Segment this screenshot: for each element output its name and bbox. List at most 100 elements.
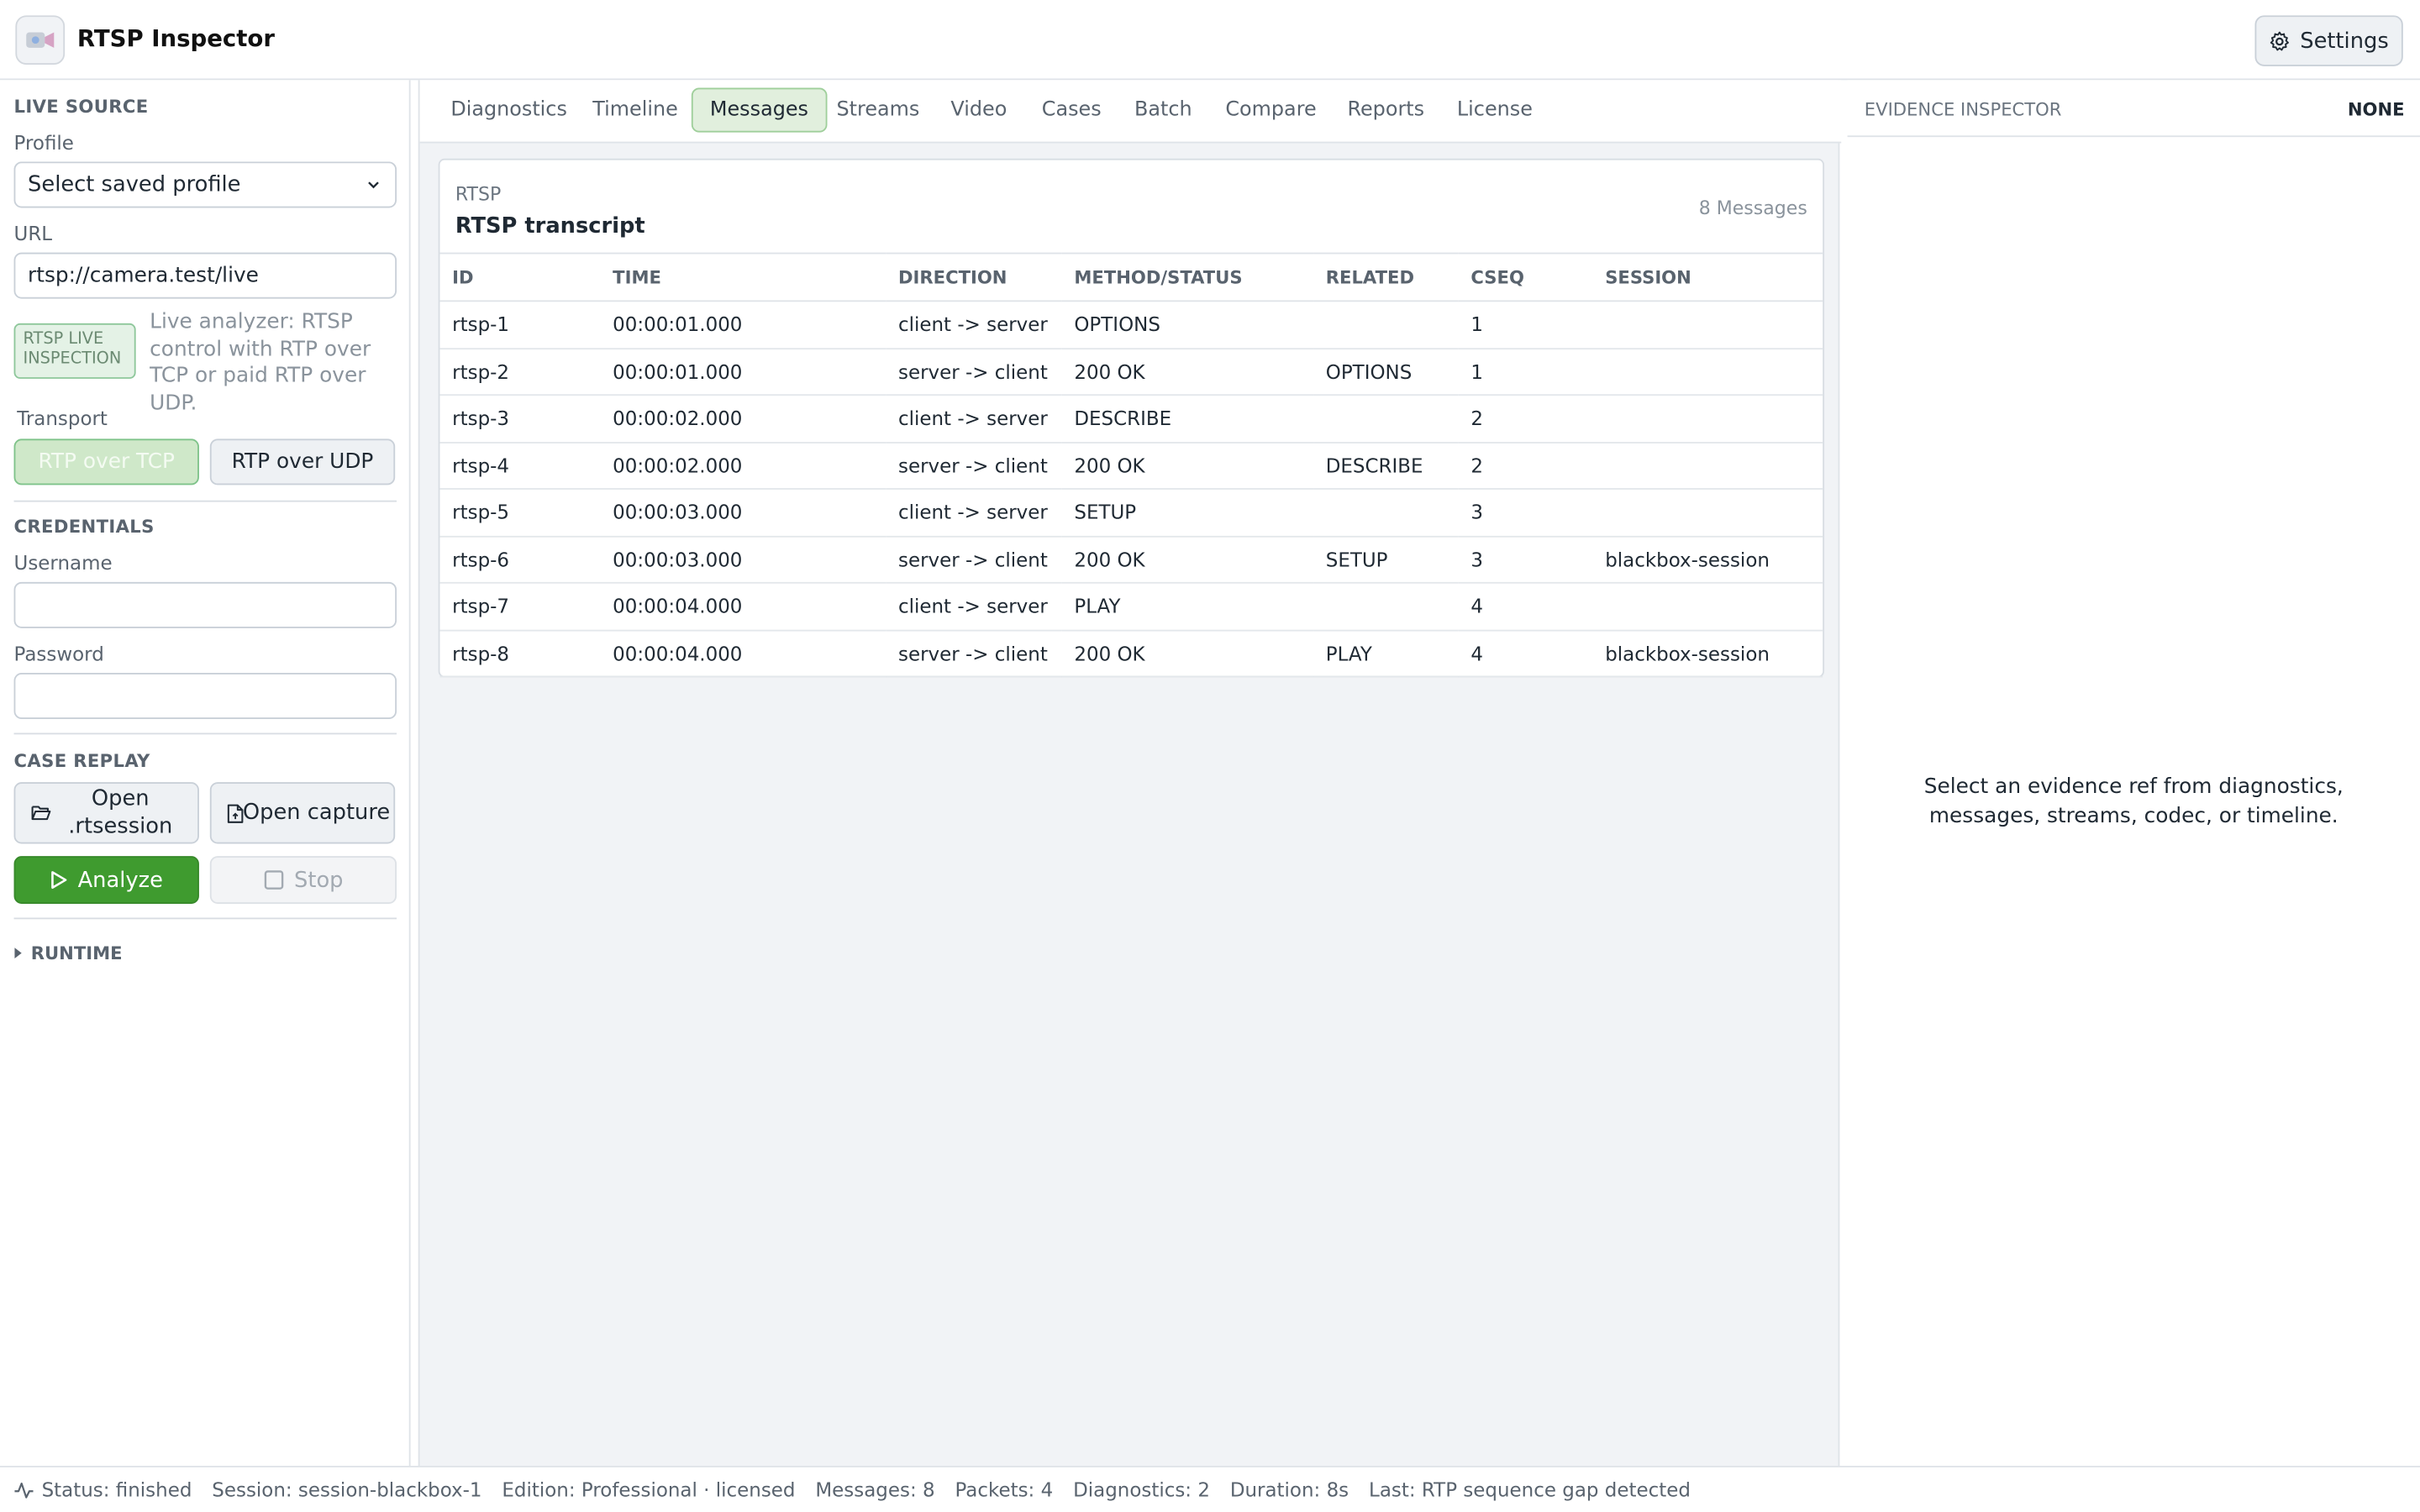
caret-right-icon: [14, 948, 22, 959]
table-row[interactable]: rtsp-1 00:00:01.000 client -> server OPT…: [439, 301, 1823, 349]
tab-cases[interactable]: Cases: [1025, 87, 1118, 132]
cell-time: 00:00:01.000: [600, 348, 886, 396]
cell-method: OPTIONS: [1061, 301, 1314, 349]
open-session-button[interactable]: Open .rtsession: [13, 782, 199, 844]
cell-direction: client -> server: [886, 488, 1062, 537]
tab-streams[interactable]: Streams: [819, 87, 936, 132]
profile-select[interactable]: Select saved profile: [13, 161, 397, 208]
live-analyzer-description: Live analyzer: RTSP control with RTP ove…: [150, 309, 371, 415]
cell-related: [1313, 301, 1459, 349]
cell-cseq: 4: [1458, 629, 1593, 678]
table-row[interactable]: rtsp-6 00:00:03.000 server -> client 200…: [439, 535, 1823, 584]
cell-direction: server -> client: [886, 535, 1062, 584]
cell-id: rtsp-3: [439, 395, 601, 443]
cell-direction: server -> client: [886, 629, 1062, 678]
column-header[interactable]: DIRECTION: [886, 252, 1062, 302]
tab-reports[interactable]: Reports: [1330, 87, 1441, 132]
cell-related: [1313, 395, 1459, 443]
cell-session: [1592, 301, 1823, 349]
column-header[interactable]: ID: [439, 252, 601, 302]
username-label: Username: [13, 551, 113, 575]
cell-direction: client -> server: [886, 582, 1062, 631]
status-item: Status: finished: [14, 1478, 192, 1501]
table-header-row: ID TIME DIRECTION METHOD/STATUS RELATED …: [439, 252, 1823, 302]
card-kicker: RTSP: [455, 183, 502, 205]
tab-diagnostics[interactable]: Diagnostics: [434, 87, 584, 132]
cell-direction: server -> client: [886, 442, 1062, 490]
tab-timeline[interactable]: Timeline: [576, 87, 695, 132]
profile-select-value: Select saved profile: [28, 172, 241, 197]
cell-id: rtsp-7: [439, 582, 601, 631]
message-count: 8 Messages: [1698, 197, 1807, 219]
folder-open-icon: [31, 806, 51, 821]
stop-button[interactable]: Stop: [209, 856, 397, 904]
password-label: Password: [13, 642, 104, 665]
cell-related: OPTIONS: [1313, 348, 1459, 396]
open-capture-button[interactable]: Open capture: [209, 782, 396, 844]
duration-text: Duration: 8s: [1229, 1478, 1349, 1502]
cell-time: 00:00:02.000: [600, 442, 886, 490]
messages-table: ID TIME DIRECTION METHOD/STATUS RELATED …: [439, 252, 1823, 678]
messages-count-text: Messages: 8: [815, 1478, 935, 1502]
password-input[interactable]: [13, 673, 397, 720]
cell-id: rtsp-5: [439, 488, 601, 537]
tab-messages[interactable]: Messages: [691, 87, 828, 133]
runtime-toggle[interactable]: RUNTIME: [14, 942, 123, 963]
column-header[interactable]: SESSION: [1592, 252, 1823, 302]
table-row[interactable]: rtsp-2 00:00:01.000 server -> client 200…: [439, 348, 1823, 396]
cell-method: 200 OK: [1061, 442, 1314, 490]
column-header[interactable]: CSEQ: [1458, 252, 1593, 302]
table-row[interactable]: rtsp-8 00:00:04.000 server -> client 200…: [439, 629, 1823, 678]
cell-related: [1313, 582, 1459, 631]
column-header[interactable]: RELATED: [1313, 252, 1459, 302]
cell-related: PLAY: [1313, 629, 1459, 678]
table-row[interactable]: rtsp-5 00:00:03.000 client -> server SET…: [439, 488, 1823, 537]
cell-cseq: 4: [1458, 582, 1593, 631]
inspector-title: EVIDENCE INSPECTOR: [1864, 98, 2062, 120]
tab-bar: Diagnostics Timeline Messages Streams Vi…: [419, 80, 1842, 144]
main-content: Diagnostics Timeline Messages Streams Vi…: [418, 80, 1842, 1467]
settings-label: Settings: [2300, 28, 2389, 54]
inspector-header: EVIDENCE INSPECTOR NONE: [1847, 80, 2420, 138]
tab-compare[interactable]: Compare: [1208, 87, 1334, 132]
inspector-empty-message: Select an evidence ref from diagnostics,…: [1923, 774, 2344, 829]
settings-button[interactable]: Settings: [2254, 15, 2403, 66]
cell-cseq: 1: [1458, 348, 1593, 396]
cell-session: blackbox-session: [1592, 535, 1823, 584]
cell-time: 00:00:02.000: [600, 395, 886, 443]
app-logo-icon: [15, 15, 66, 65]
live-source-title: LIVE SOURCE: [13, 95, 149, 118]
transport-udp-button[interactable]: RTP over UDP: [209, 438, 396, 486]
transport-tcp-button[interactable]: RTP over TCP: [13, 438, 199, 486]
cell-time: 00:00:03.000: [600, 488, 886, 537]
diagnostics-count-text: Diagnostics: 2: [1073, 1478, 1210, 1502]
inspector-selection: NONE: [2347, 98, 2405, 120]
cell-id: rtsp-6: [439, 535, 601, 584]
column-header[interactable]: TIME: [600, 252, 886, 302]
url-input[interactable]: [13, 252, 397, 299]
cell-cseq: 1: [1458, 301, 1593, 349]
table-row[interactable]: rtsp-7 00:00:04.000 client -> server PLA…: [439, 582, 1823, 631]
tab-video[interactable]: Video: [934, 87, 1023, 132]
cell-session: [1592, 582, 1823, 631]
cell-cseq: 3: [1458, 535, 1593, 584]
username-input[interactable]: [13, 581, 397, 628]
status-bar: Status: finished Session: session-blackb…: [0, 1466, 2420, 1512]
analyze-label: Analyze: [77, 867, 163, 893]
tab-batch[interactable]: Batch: [1118, 87, 1209, 132]
cell-direction: client -> server: [886, 301, 1062, 349]
cell-related: [1313, 488, 1459, 537]
column-header[interactable]: METHOD/STATUS: [1061, 252, 1314, 302]
table-row[interactable]: rtsp-4 00:00:02.000 server -> client 200…: [439, 442, 1823, 490]
edition-text: Edition: Professional · licensed: [502, 1478, 796, 1502]
tab-license[interactable]: License: [1440, 87, 1549, 132]
play-icon: [51, 871, 68, 890]
left-sidebar: LIVE SOURCE Profile Select saved profile…: [0, 80, 411, 1467]
table-row[interactable]: rtsp-3 00:00:02.000 client -> server DES…: [439, 395, 1823, 443]
stop-label: Stop: [294, 867, 344, 893]
analyze-button[interactable]: Analyze: [13, 856, 199, 904]
activity-icon: [14, 1482, 34, 1498]
divider: [13, 732, 397, 735]
cell-id: rtsp-8: [439, 629, 601, 678]
evidence-inspector: EVIDENCE INSPECTOR NONE Select an eviden…: [1847, 80, 2420, 1467]
